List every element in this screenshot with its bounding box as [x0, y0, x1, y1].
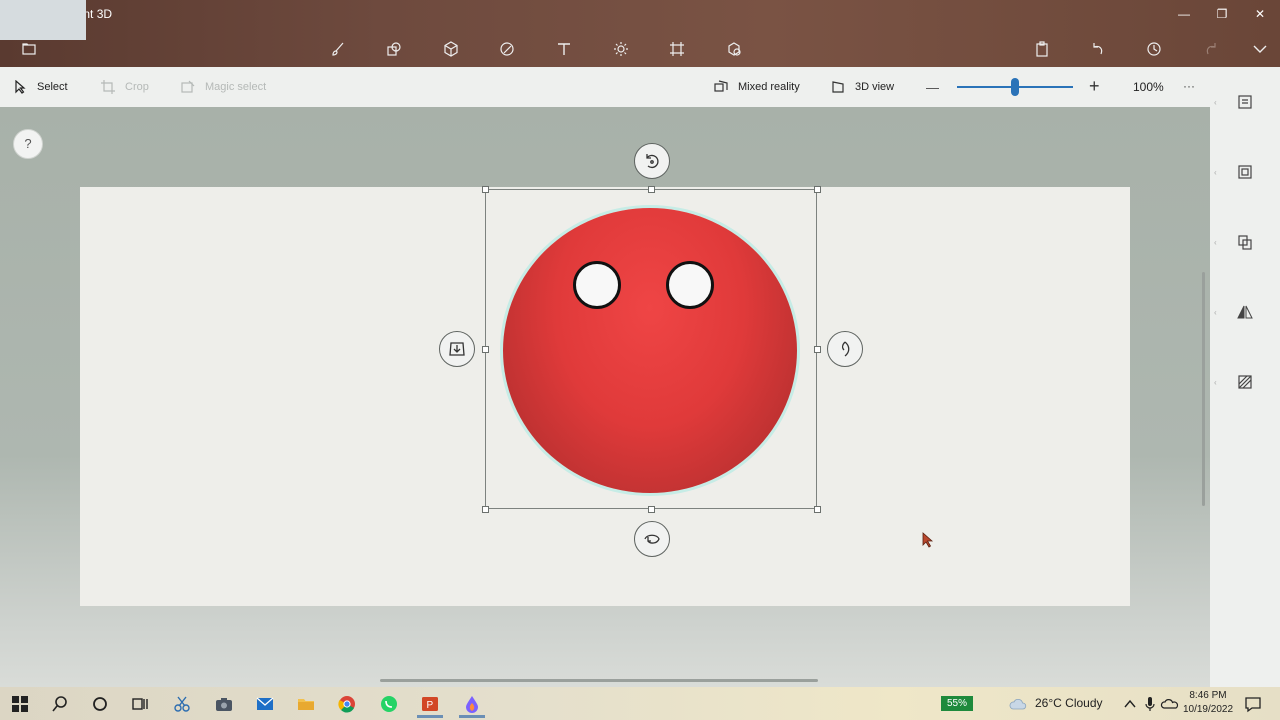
- close-button[interactable]: ✕: [1247, 4, 1273, 24]
- mixed-reality-button[interactable]: Mixed reality: [714, 79, 800, 95]
- select-tool-highlight: [0, 0, 86, 40]
- microphone-icon[interactable]: [1139, 693, 1161, 715]
- chevron-left-icon: ‹: [1214, 238, 1217, 247]
- copy-icon[interactable]: [1237, 234, 1253, 250]
- clock-time: 8:46 PM: [1189, 690, 1227, 701]
- resize-handle-bottom[interactable]: [648, 506, 655, 513]
- cortana-icon[interactable]: [89, 693, 111, 715]
- chevron-left-icon: ‹: [1214, 308, 1217, 317]
- zoom-percent[interactable]: 100%: [1133, 79, 1164, 95]
- redo-icon[interactable]: [1200, 38, 1222, 60]
- texture-icon[interactable]: [1237, 374, 1253, 390]
- powerpoint-icon[interactable]: P: [419, 693, 441, 715]
- resize-handle-top[interactable]: [648, 186, 655, 193]
- zoom-out-button[interactable]: —: [926, 79, 939, 95]
- magic-select-label: Magic select: [205, 81, 267, 93]
- chevron-up-icon[interactable]: [1119, 693, 1141, 715]
- crop-label: Crop: [125, 81, 149, 93]
- flip-icon[interactable]: [1237, 304, 1253, 320]
- zoom-slider-thumb[interactable]: [1011, 78, 1019, 96]
- crop-icon: [101, 80, 115, 94]
- clock-date: 10/19/2022: [1182, 704, 1234, 715]
- snipping-tool-icon[interactable]: [171, 693, 193, 715]
- mail-icon[interactable]: [254, 693, 276, 715]
- horizontal-scrollbar[interactable]: [380, 679, 818, 682]
- search-icon[interactable]: [49, 693, 71, 715]
- resize-handle-bottom-right[interactable]: [814, 506, 821, 513]
- resize-handle-left[interactable]: [482, 346, 489, 353]
- maximize-button[interactable]: ❐: [1209, 4, 1235, 24]
- rotate-x-gizmo[interactable]: [634, 143, 670, 179]
- layers-icon[interactable]: [1237, 94, 1253, 110]
- 3d-library-icon[interactable]: [723, 38, 745, 60]
- folder-icon[interactable]: [18, 38, 40, 60]
- magic-select-button[interactable]: Magic select: [181, 79, 266, 95]
- whatsapp-icon[interactable]: [378, 693, 400, 715]
- battery-indicator[interactable]: 55%: [941, 696, 973, 711]
- z-depth-gizmo[interactable]: [439, 331, 475, 367]
- undo-icon[interactable]: [1087, 38, 1109, 60]
- crop-button[interactable]: Crop: [101, 79, 149, 95]
- minimize-button[interactable]: —: [1171, 4, 1197, 24]
- taskbar-clock[interactable]: 8:46 PM 10/19/2022: [1180, 689, 1236, 717]
- windows-start-icon[interactable]: [9, 693, 31, 715]
- chevron-left-icon: ‹: [1214, 378, 1217, 387]
- chevron-left-icon: ‹: [1214, 98, 1217, 107]
- stickers-icon[interactable]: [496, 38, 518, 60]
- 3d-view-icon: [832, 81, 844, 93]
- paste-icon[interactable]: [1031, 38, 1053, 60]
- file-explorer-icon[interactable]: [295, 693, 317, 715]
- svg-text:P: P: [427, 700, 434, 711]
- zoom-in-button[interactable]: +: [1089, 76, 1100, 96]
- onedrive-icon[interactable]: [1159, 693, 1181, 715]
- select-button[interactable]: Select: [13, 79, 68, 95]
- help-button[interactable]: ?: [13, 129, 43, 159]
- 3d-shapes-icon[interactable]: [440, 38, 462, 60]
- active-app-indicator: [459, 715, 485, 718]
- 2d-shapes-icon[interactable]: [383, 38, 405, 60]
- mixed-reality-label: Mixed reality: [738, 81, 800, 93]
- cloudy-weather-icon[interactable]: [1007, 693, 1029, 715]
- depth-icon: [449, 342, 465, 356]
- mouse-cursor-icon: [922, 532, 934, 548]
- paint-3d-icon[interactable]: [461, 693, 483, 715]
- rotate-icon: [646, 154, 659, 169]
- canvas-icon[interactable]: [666, 38, 688, 60]
- camera-icon[interactable]: [213, 693, 235, 715]
- rotate-icon: [841, 341, 850, 357]
- resize-handle-top-left[interactable]: [482, 186, 489, 193]
- history-icon[interactable]: [1143, 38, 1165, 60]
- chevron-left-icon: ‹: [1214, 168, 1217, 177]
- text-icon[interactable]: [553, 38, 575, 60]
- pointer-icon: [15, 80, 26, 94]
- resize-handle-bottom-left[interactable]: [482, 506, 489, 513]
- task-view-icon[interactable]: [129, 693, 151, 715]
- selection-box[interactable]: [485, 189, 817, 509]
- resize-handle-right[interactable]: [814, 346, 821, 353]
- 3d-view-button[interactable]: 3D view: [831, 79, 894, 95]
- rotate-z-gizmo[interactable]: [827, 331, 863, 367]
- notification-icon[interactable]: [1242, 693, 1264, 715]
- vertical-scrollbar[interactable]: [1202, 272, 1205, 506]
- resize-handle-top-right[interactable]: [814, 186, 821, 193]
- expand-icon[interactable]: [1249, 38, 1271, 60]
- chrome-icon[interactable]: [336, 693, 358, 715]
- group-icon[interactable]: [1237, 164, 1253, 180]
- rotate-y-gizmo[interactable]: [634, 521, 670, 557]
- mixed-reality-icon: [714, 80, 728, 92]
- select-label: Select: [37, 81, 68, 93]
- magic-select-icon: [181, 80, 195, 93]
- more-options-button[interactable]: ···: [1183, 78, 1195, 94]
- brush-icon[interactable]: [327, 38, 349, 60]
- effects-icon[interactable]: [610, 38, 632, 60]
- active-app-indicator: [417, 715, 443, 718]
- weather-label[interactable]: 26°C Cloudy: [1035, 696, 1103, 710]
- 3d-view-label: 3D view: [855, 81, 895, 93]
- rotate-icon: [644, 534, 660, 544]
